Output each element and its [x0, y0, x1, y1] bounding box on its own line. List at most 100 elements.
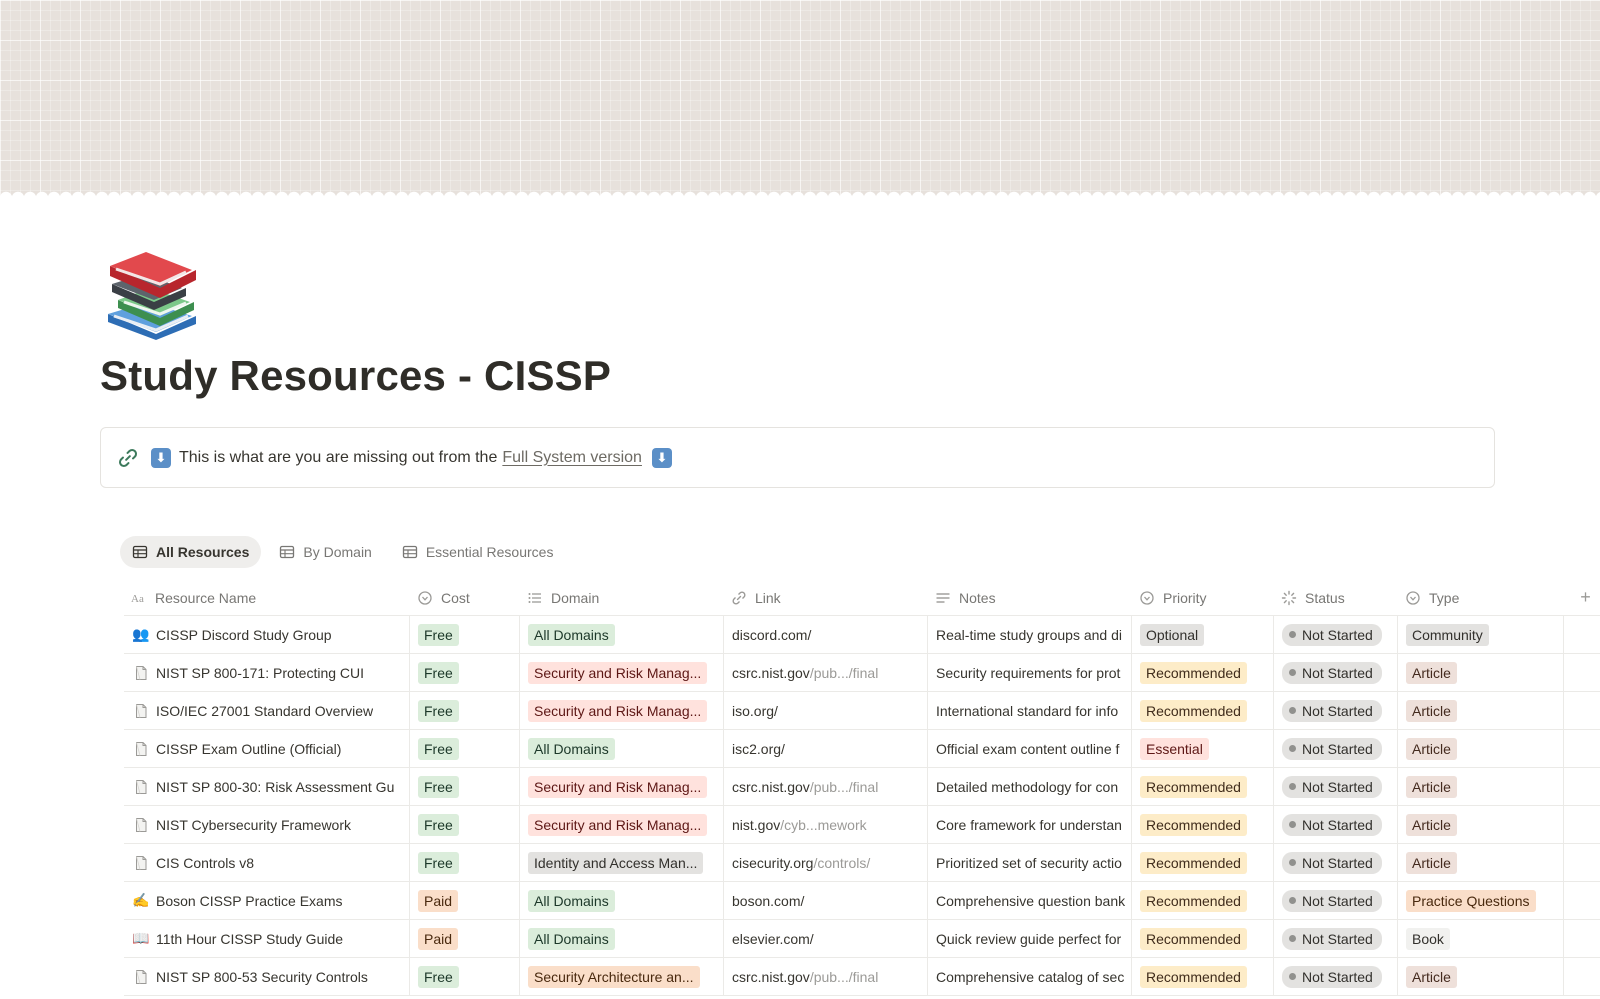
cell-link[interactable]: discord.com/ [724, 616, 928, 653]
books-icon[interactable] [104, 248, 200, 340]
cell-type[interactable]: Article [1398, 806, 1564, 843]
cell-type[interactable]: Article [1398, 692, 1564, 729]
cell-domain[interactable]: Security and Risk Manag... [520, 654, 724, 691]
cell-type[interactable]: Article [1398, 768, 1564, 805]
cell-notes[interactable]: Security requirements for prot [928, 654, 1132, 691]
cell-notes[interactable]: Comprehensive catalog of sec [928, 958, 1132, 995]
link-domain[interactable]: discord.com/ [732, 627, 811, 643]
cell-domain[interactable]: Security and Risk Manag... [520, 806, 724, 843]
cell-priority[interactable]: Recommended [1132, 844, 1274, 881]
table-row[interactable]: CISSP Exam Outline (Official) Free All Dom… [124, 730, 1600, 768]
cell-priority[interactable]: Recommended [1132, 958, 1274, 995]
cell-status[interactable]: Not Started [1274, 616, 1398, 653]
cell-resource-name[interactable]: NIST SP 800-30: Risk Assessment Gu [124, 768, 410, 805]
cell-domain[interactable]: Identity and Access Man... [520, 844, 724, 881]
cell-resource-name[interactable]: CIS Controls v8 [124, 844, 410, 881]
cell-status[interactable]: Not Started [1274, 844, 1398, 881]
cell-link[interactable]: csrc.nist.gov/pub.../final [724, 768, 928, 805]
cell-domain[interactable]: All Domains [520, 882, 724, 919]
table-row[interactable]: NIST SP 800-171: Protecting CUI Free Secur… [124, 654, 1600, 692]
cell-status[interactable]: Not Started [1274, 920, 1398, 957]
cell-resource-name[interactable]: 📖 11th Hour CISSP Study Guide [124, 920, 410, 957]
link-domain[interactable]: cisecurity.org [732, 855, 813, 871]
cell-notes[interactable]: Official exam content outline f [928, 730, 1132, 767]
cell-link[interactable]: elsevier.com/ [724, 920, 928, 957]
cell-cost[interactable]: Free [410, 616, 520, 653]
cell-domain[interactable]: All Domains [520, 616, 724, 653]
add-property-button[interactable]: + [1564, 580, 1600, 615]
column-header-priority[interactable]: Priority [1132, 580, 1274, 615]
tab-essential-resources[interactable]: Essential Resources [390, 536, 566, 568]
cell-type[interactable]: Article [1398, 844, 1564, 881]
cell-resource-name[interactable]: 👥 CISSP Discord Study Group [124, 616, 410, 653]
link-domain[interactable]: iso.org/ [732, 703, 778, 719]
link-domain[interactable]: csrc.nist.gov [732, 779, 810, 795]
cell-resource-name[interactable]: CISSP Exam Outline (Official) [124, 730, 410, 767]
cell-link[interactable]: nist.gov/cyb...mework [724, 806, 928, 843]
table-row[interactable]: NIST Cybersecurity Framework Free Security… [124, 806, 1600, 844]
cell-domain[interactable]: Security Architecture an... [520, 958, 724, 995]
link-domain[interactable]: isc2.org/ [732, 741, 785, 757]
cell-notes[interactable]: Detailed methodology for con [928, 768, 1132, 805]
cell-status[interactable]: Not Started [1274, 806, 1398, 843]
link-domain[interactable]: elsevier.com/ [732, 931, 814, 947]
column-header-cost[interactable]: Cost [410, 580, 520, 615]
cell-link[interactable]: cisecurity.org/controls/ [724, 844, 928, 881]
cell-status[interactable]: Not Started [1274, 692, 1398, 729]
cell-priority[interactable]: Recommended [1132, 806, 1274, 843]
cell-notes[interactable]: Comprehensive question bank [928, 882, 1132, 919]
cell-type[interactable]: Book [1398, 920, 1564, 957]
link-domain[interactable]: csrc.nist.gov [732, 969, 810, 985]
cell-status[interactable]: Not Started [1274, 730, 1398, 767]
cell-cost[interactable]: Free [410, 844, 520, 881]
cell-status[interactable]: Not Started [1274, 654, 1398, 691]
cell-link[interactable]: iso.org/ [724, 692, 928, 729]
table-row[interactable]: ISO/IEC 27001 Standard Overview Free Secur… [124, 692, 1600, 730]
table-row[interactable]: 👥 CISSP Discord Study Group Free All Domain… [124, 616, 1600, 654]
table-row[interactable]: NIST SP 800-53 Security Controls Free Secu… [124, 958, 1600, 996]
cell-cost[interactable]: Free [410, 730, 520, 767]
full-system-link[interactable]: Full System version [502, 449, 642, 467]
cell-priority[interactable]: Recommended [1132, 768, 1274, 805]
column-header-type[interactable]: Type [1398, 580, 1564, 615]
cell-priority[interactable]: Recommended [1132, 692, 1274, 729]
cell-notes[interactable]: Real-time study groups and di [928, 616, 1132, 653]
tab-by-domain[interactable]: By Domain [267, 536, 383, 568]
cell-cost[interactable]: Free [410, 692, 520, 729]
link-domain[interactable]: nist.gov [732, 817, 780, 833]
cell-domain[interactable]: All Domains [520, 920, 724, 957]
column-header-name[interactable]: Aa Resource Name [124, 580, 410, 615]
cell-resource-name[interactable]: NIST Cybersecurity Framework [124, 806, 410, 843]
link-domain[interactable]: boson.com/ [732, 893, 804, 909]
cell-priority[interactable]: Recommended [1132, 654, 1274, 691]
tab-all-resources[interactable]: All Resources [120, 536, 262, 568]
cell-cost[interactable]: Paid [410, 920, 520, 957]
cell-type[interactable]: Article [1398, 730, 1564, 767]
cell-type[interactable]: Community [1398, 616, 1564, 653]
cell-status[interactable]: Not Started [1274, 882, 1398, 919]
cell-resource-name[interactable]: NIST SP 800-171: Protecting CUI [124, 654, 410, 691]
column-header-status[interactable]: Status [1274, 580, 1398, 615]
table-row[interactable]: NIST SP 800-30: Risk Assessment Gu Free Se… [124, 768, 1600, 806]
cell-domain[interactable]: All Domains [520, 730, 724, 767]
cell-cost[interactable]: Free [410, 654, 520, 691]
cell-link[interactable]: csrc.nist.gov/pub.../final [724, 654, 928, 691]
cell-link[interactable]: csrc.nist.gov/pub.../final [724, 958, 928, 995]
column-header-link[interactable]: Link [724, 580, 928, 615]
cell-resource-name[interactable]: ✍️ Boson CISSP Practice Exams [124, 882, 410, 919]
cell-type[interactable]: Practice Questions [1398, 882, 1564, 919]
cell-notes[interactable]: Prioritized set of security actio [928, 844, 1132, 881]
cell-cost[interactable]: Free [410, 958, 520, 995]
cell-type[interactable]: Article [1398, 654, 1564, 691]
cell-priority[interactable]: Recommended [1132, 920, 1274, 957]
cell-status[interactable]: Not Started [1274, 768, 1398, 805]
cell-domain[interactable]: Security and Risk Manag... [520, 692, 724, 729]
cell-priority[interactable]: Recommended [1132, 882, 1274, 919]
table-row[interactable]: 📖 11th Hour CISSP Study Guide Paid All Doma… [124, 920, 1600, 958]
cell-link[interactable]: boson.com/ [724, 882, 928, 919]
cell-type[interactable]: Article [1398, 958, 1564, 995]
cell-cost[interactable]: Free [410, 768, 520, 805]
cell-notes[interactable]: International standard for info [928, 692, 1132, 729]
table-row[interactable]: CIS Controls v8 Free Identity and Access M… [124, 844, 1600, 882]
cell-priority[interactable]: Essential [1132, 730, 1274, 767]
